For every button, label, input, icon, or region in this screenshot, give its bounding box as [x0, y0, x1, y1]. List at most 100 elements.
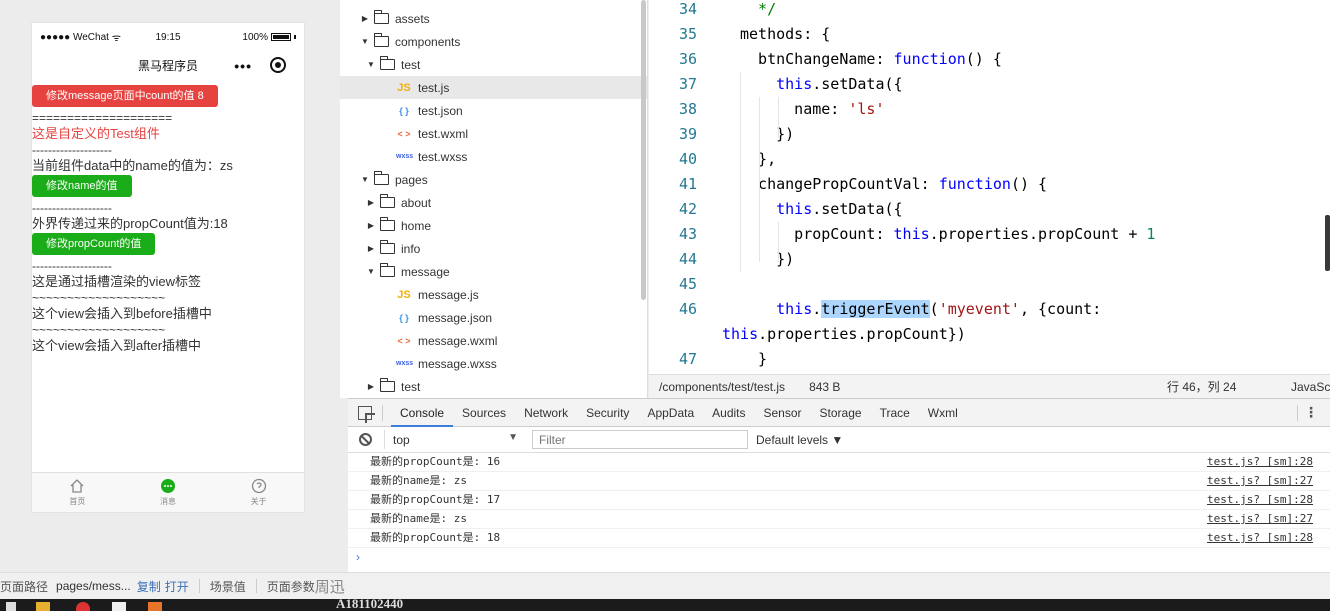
tab-sensor[interactable]: Sensor	[755, 399, 811, 427]
selected-token: triggerEvent	[821, 300, 930, 318]
log-source-link[interactable]: test.js? [sm]:28	[1207, 529, 1313, 547]
tree-item[interactable]: < > message.wxml	[340, 329, 647, 352]
chevron-down-icon[interactable]: ▼	[360, 37, 370, 46]
tree-item[interactable]: { } test.json	[340, 99, 647, 122]
app-icon-2[interactable]	[148, 602, 162, 611]
code-token: 'myevent'	[938, 300, 1020, 318]
tab-console[interactable]: Console	[391, 399, 454, 427]
tree-item[interactable]: wxss test.wxss	[340, 145, 647, 168]
code-token: .properties.propCount})	[758, 325, 966, 343]
separator-dash: --------------------	[32, 143, 112, 157]
tab-wxml[interactable]: Wxml	[919, 399, 967, 427]
log-source-link[interactable]: test.js? [sm]:28	[1207, 491, 1313, 509]
scene-value-button[interactable]: 场景值	[210, 578, 246, 595]
wxss-file-icon: wxss	[396, 360, 414, 367]
tree-item[interactable]: ▼ test	[340, 53, 647, 76]
chevron-right-icon[interactable]: ▶	[360, 14, 370, 23]
code-token: .properties.propCount +	[929, 225, 1147, 243]
chevron-right-icon[interactable]: ▶	[366, 244, 376, 253]
chevron-right-icon[interactable]: ▶	[366, 382, 376, 391]
tab-storage[interactable]: Storage	[811, 399, 871, 427]
code-text: this.setData({	[740, 72, 902, 97]
page-params-button[interactable]: 页面参数	[267, 578, 315, 595]
chevron-right-icon[interactable]: ▶	[366, 221, 376, 230]
tree-item[interactable]: wxss message.wxss	[340, 352, 647, 375]
code-token: this	[776, 300, 813, 318]
console-prompt[interactable]: ›	[348, 548, 1330, 566]
cursor-position[interactable]: 行 46，列 24	[1167, 378, 1236, 395]
tab-audits[interactable]: Audits	[703, 399, 754, 427]
tree-item[interactable]: ▶ assets	[340, 7, 647, 30]
code-token: function	[938, 175, 1011, 193]
code-token: .setData({	[812, 200, 903, 218]
language-mode[interactable]: JavaSc	[1291, 380, 1330, 394]
change-prop-count-button[interactable]: 修改propCount的值	[32, 233, 156, 255]
log-source-link[interactable]: test.js? [sm]:27	[1207, 472, 1313, 490]
code-token: btnChangeName:	[740, 50, 894, 68]
tree-item-label: message.json	[418, 310, 493, 325]
tree-item-label: test	[401, 379, 421, 394]
more-divider	[1297, 405, 1298, 421]
code-text: propCount: this.properties.propCount + 1	[740, 222, 1155, 247]
tree-item[interactable]: JS test.js	[340, 76, 647, 99]
code-editor[interactable]: 34 */ 35 methods: {36 btnChangeName: funct…	[649, 0, 1330, 374]
tree-item[interactable]: { } message.json	[340, 306, 647, 329]
code-token: changePropCountVal:	[740, 175, 939, 193]
tab-message[interactable]: 消息	[123, 473, 214, 512]
chevron-down-icon[interactable]: ▼	[366, 267, 376, 276]
code-line: 41 changePropCountVal: function() {	[649, 172, 1319, 197]
tree-item[interactable]: ▼ pages	[340, 168, 647, 191]
copy-path-link[interactable]: 复制	[137, 578, 161, 595]
tree-scrollbar[interactable]	[641, 0, 646, 300]
chevron-right-icon[interactable]: ▶	[366, 198, 376, 207]
tree-item[interactable]: ▶ test	[340, 375, 647, 398]
tab-network[interactable]: Network	[515, 399, 577, 427]
change-name-button[interactable]: 修改name的值	[32, 175, 132, 197]
tab-about[interactable]: 关于	[213, 473, 304, 512]
explorer-icon[interactable]	[36, 602, 50, 611]
more-icon[interactable]: •••	[234, 58, 252, 74]
tree-item[interactable]: ▶ about	[340, 191, 647, 214]
code-text: btnChangeName: function() {	[740, 47, 1002, 72]
chevron-down-icon[interactable]: ▼	[366, 60, 376, 69]
tree-item[interactable]: ▶ info	[340, 237, 647, 260]
tab-trace[interactable]: Trace	[871, 399, 919, 427]
tab-home-label: 首页	[69, 497, 86, 506]
code-line: 47 }	[649, 347, 1319, 372]
log-source-link[interactable]: test.js? [sm]:27	[1207, 510, 1313, 528]
tab-security[interactable]: Security	[577, 399, 638, 427]
editor-scrollbar[interactable]	[1325, 215, 1330, 271]
status-time: 19:15	[155, 31, 181, 43]
log-source-link[interactable]: test.js? [sm]:28	[1207, 453, 1313, 471]
tree-item[interactable]: ▼ components	[340, 30, 647, 53]
log-levels-select[interactable]: Default levels ▼	[756, 433, 843, 447]
code-token: })	[740, 125, 795, 143]
change-count-button[interactable]: 修改message页面中count的值 8	[32, 85, 218, 107]
line-number: 39	[678, 125, 697, 143]
tree-item[interactable]: < > test.wxml	[340, 122, 647, 145]
close-miniprogram-icon[interactable]	[270, 57, 286, 73]
app-icon[interactable]	[112, 602, 126, 611]
start-icon[interactable]	[6, 602, 16, 611]
tree-item[interactable]: ▶ home	[340, 214, 647, 237]
tab-appdata[interactable]: AppData	[638, 399, 703, 427]
wxml-file-icon: < >	[397, 335, 411, 346]
context-select[interactable]: top ▼	[384, 430, 524, 449]
clear-console-icon[interactable]	[359, 433, 372, 446]
browser-icon[interactable]	[76, 602, 90, 611]
tab-home[interactable]: 首页	[32, 473, 123, 512]
more-options-icon[interactable]: ⋮	[1304, 404, 1318, 421]
wxml-file-icon: < >	[397, 128, 411, 139]
tab-sources[interactable]: Sources	[453, 399, 515, 427]
chevron-down-icon[interactable]: ▼	[360, 175, 370, 184]
context-value: top	[393, 432, 410, 447]
tree-item[interactable]: JS message.js	[340, 283, 647, 306]
line-number: 35	[678, 25, 697, 43]
console-filter-input[interactable]	[532, 430, 748, 449]
tree-item[interactable]: ▼ message	[340, 260, 647, 283]
home-icon	[70, 479, 84, 493]
open-path-link[interactable]: 打开	[165, 578, 189, 595]
code-token: () {	[965, 50, 1002, 68]
inspect-element-icon[interactable]	[358, 405, 372, 420]
code-token: }	[740, 350, 768, 368]
